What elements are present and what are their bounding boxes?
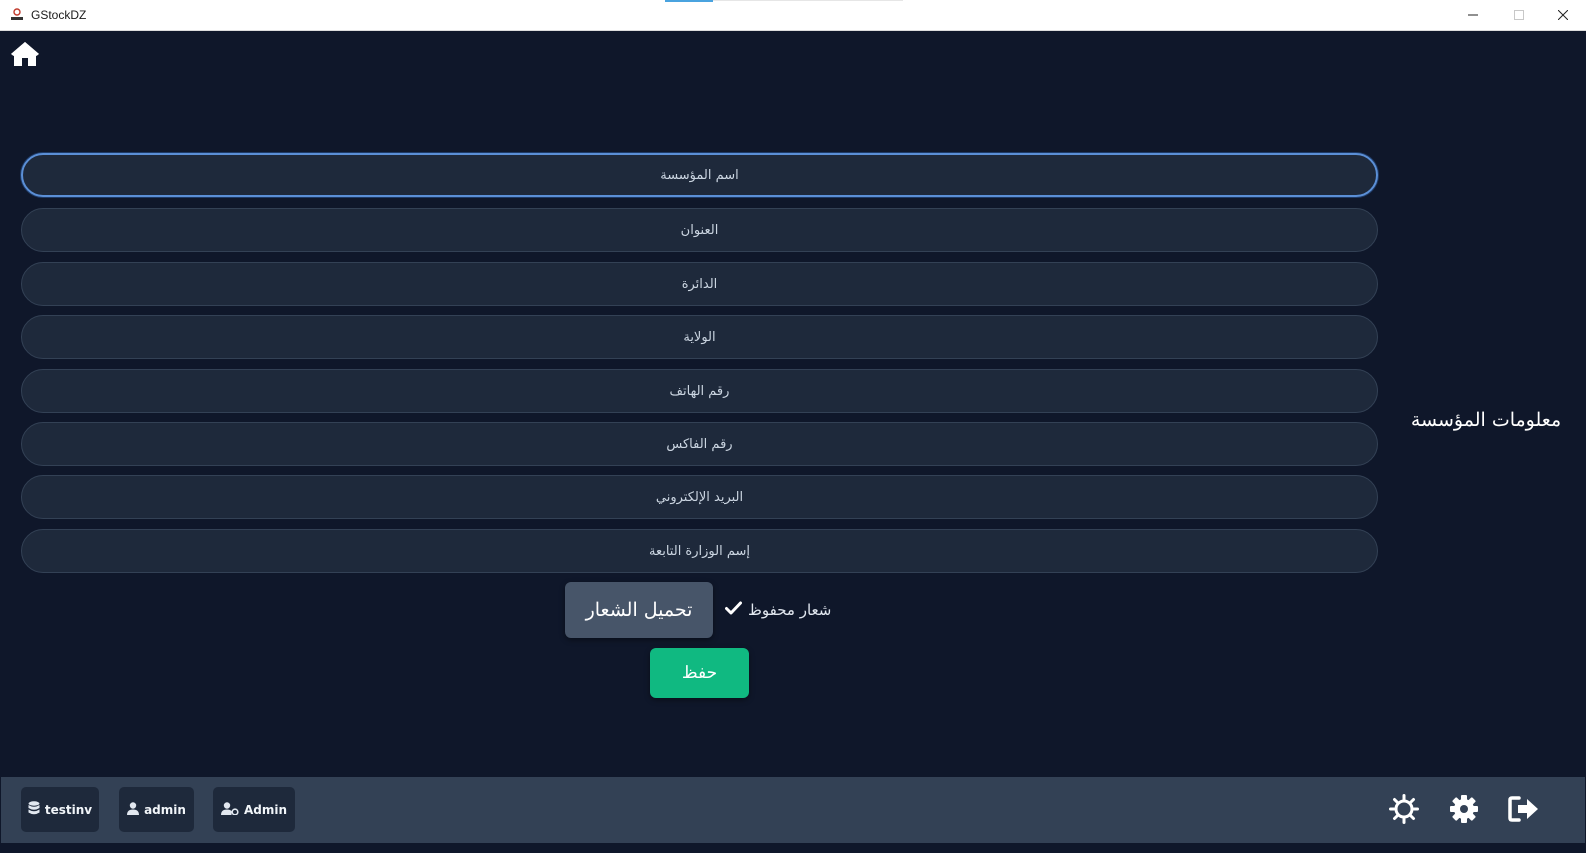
database-icon xyxy=(28,801,40,818)
user-icon xyxy=(127,801,140,818)
upload-logo-button[interactable]: تحميل الشعار xyxy=(565,582,713,638)
window-titlebar: GStockDZ xyxy=(0,0,1586,31)
role-chip[interactable]: Admin xyxy=(213,787,295,832)
user-cog-icon xyxy=(220,801,239,818)
save-button[interactable]: حفظ xyxy=(650,648,749,698)
logo-saved-label: شعار محفوظ xyxy=(748,601,832,619)
role-label: Admin xyxy=(243,802,288,817)
title-accent-2 xyxy=(713,0,903,1)
check-icon xyxy=(725,601,742,619)
logo-saved-status: شعار محفوظ xyxy=(725,600,831,620)
database-label: testinv xyxy=(44,802,93,817)
window-title: GStockDZ xyxy=(31,8,87,22)
company-name-field[interactable] xyxy=(21,153,1378,197)
title-accent xyxy=(665,0,713,2)
database-chip[interactable]: testinv xyxy=(21,787,99,832)
close-button[interactable] xyxy=(1540,0,1586,30)
district-field[interactable] xyxy=(21,262,1378,306)
gear-icon[interactable] xyxy=(1448,793,1480,825)
sun-icon[interactable] xyxy=(1388,793,1420,825)
ministry-field[interactable] xyxy=(21,529,1378,573)
bottom-status-bar: testinv admin Admin xyxy=(1,777,1585,843)
logout-icon[interactable] xyxy=(1508,793,1540,825)
email-field[interactable] xyxy=(21,475,1378,519)
minimize-button[interactable] xyxy=(1450,0,1496,30)
maximize-button[interactable] xyxy=(1496,0,1542,30)
app-logo-icon xyxy=(9,7,25,23)
province-field[interactable] xyxy=(21,315,1378,359)
user-chip[interactable]: admin xyxy=(119,787,194,832)
user-label: admin xyxy=(144,802,186,817)
address-field[interactable] xyxy=(21,208,1378,252)
fax-field[interactable] xyxy=(21,422,1378,466)
home-icon[interactable] xyxy=(9,39,41,69)
phone-field[interactable] xyxy=(21,369,1378,413)
main-content: معلومات المؤسسة تحميل الشعار شعار محفوظ … xyxy=(1,31,1585,777)
section-title: معلومات المؤسسة xyxy=(1410,409,1562,431)
